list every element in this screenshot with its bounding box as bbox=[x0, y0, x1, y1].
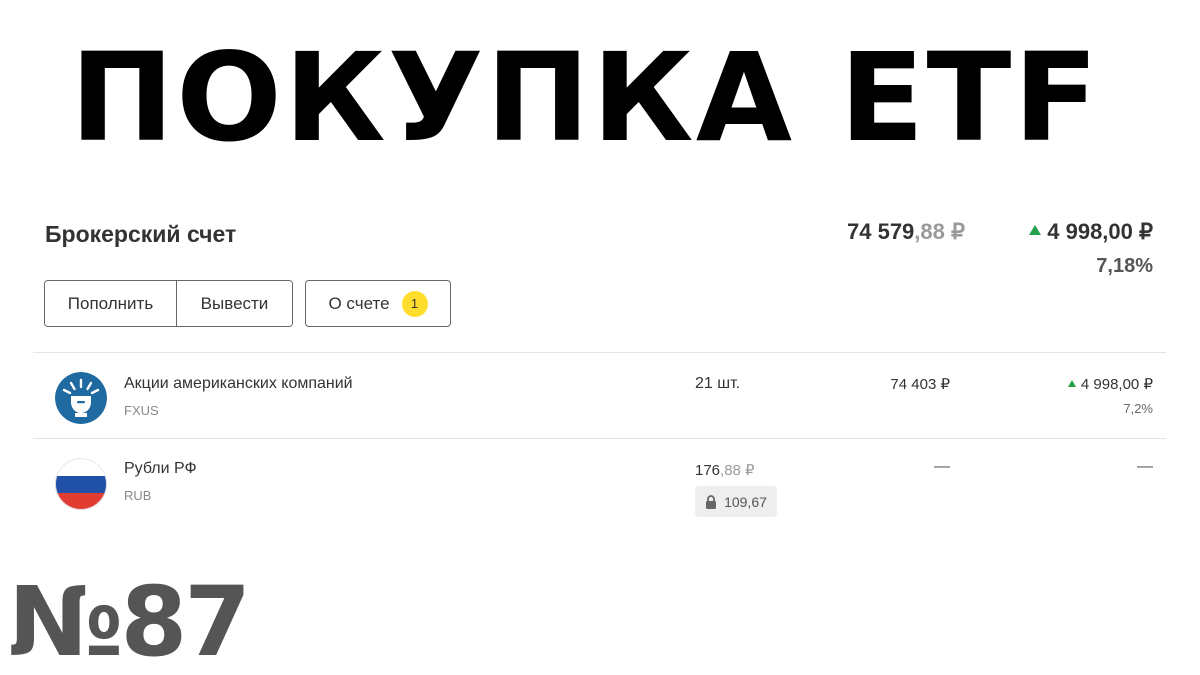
topup-button[interactable]: Пополнить bbox=[45, 281, 177, 326]
position-quantity: 21 шт. bbox=[695, 375, 741, 392]
blocked-amount: 109,67 bbox=[724, 493, 767, 510]
position-change: 4 998,00 ₽ bbox=[1067, 375, 1153, 393]
position-value: — bbox=[934, 458, 950, 475]
about-account-label: О счете bbox=[328, 293, 390, 313]
position-change: — bbox=[1137, 458, 1153, 475]
lock-icon bbox=[706, 494, 717, 509]
arrow-up-icon bbox=[1029, 225, 1042, 236]
quantity-int: 176 bbox=[695, 462, 721, 479]
divider bbox=[33, 438, 1166, 439]
position-change-percent: 7,2% bbox=[1123, 401, 1153, 416]
position-change-value: 4 998,00 ₽ bbox=[1080, 376, 1153, 393]
position-ticker: FXUS bbox=[124, 403, 159, 418]
position-name[interactable]: Рубли РФ bbox=[124, 460, 197, 478]
issue-number: №87 bbox=[8, 566, 251, 675]
position-ticker: RUB bbox=[124, 488, 152, 503]
russian-flag-icon bbox=[55, 458, 107, 510]
position-quantity: 176,88 ₽ bbox=[695, 461, 755, 479]
position-name[interactable]: Акции американских компаний bbox=[124, 375, 353, 393]
funds-button-group: Пополнить Вывести bbox=[44, 280, 293, 327]
account-total-frac: ,88 ₽ bbox=[914, 219, 965, 244]
account-total-change: 4 998,00 ₽ bbox=[1029, 219, 1153, 245]
account-change-value: 4 998,00 ₽ bbox=[1047, 219, 1153, 244]
account-total-int: 74 579 bbox=[847, 219, 915, 244]
about-account-button[interactable]: О счете 1 bbox=[305, 280, 451, 327]
account-title: Брокерский счет bbox=[45, 221, 237, 247]
account-total-value: 74 579,88 ₽ bbox=[847, 219, 965, 245]
divider bbox=[33, 352, 1166, 353]
position-value: 74 403 ₽ bbox=[890, 376, 950, 393]
headline: ПОКУПКА ETF bbox=[70, 27, 1101, 169]
notification-badge: 1 bbox=[401, 290, 428, 317]
arrow-up-icon bbox=[1067, 379, 1076, 387]
account-change-percent: 7,18% bbox=[1096, 255, 1153, 277]
quantity-frac: ,88 ₽ bbox=[720, 462, 755, 479]
statue-of-liberty-icon bbox=[55, 372, 107, 424]
withdraw-button[interactable]: Вывести bbox=[177, 281, 292, 326]
blocked-funds-chip[interactable]: 109,67 bbox=[695, 486, 777, 517]
